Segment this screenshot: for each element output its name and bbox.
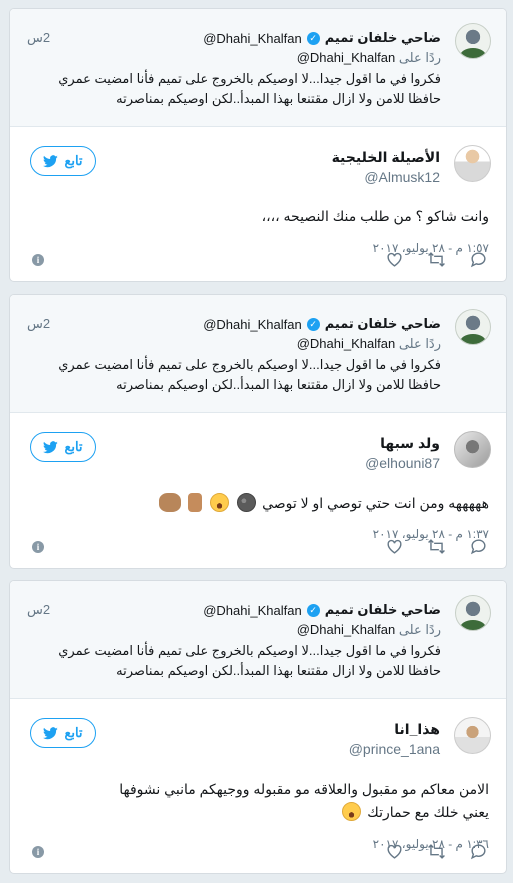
- reply-icon: [470, 251, 486, 267]
- point-down-emoji-icon: [188, 493, 203, 512]
- author-handle[interactable]: @prince_1ana: [349, 741, 440, 757]
- reply-handle-link[interactable]: @Dhahi_Khalfan: [297, 50, 395, 65]
- quoted-author-handle[interactable]: @Dhahi_Khalfan: [203, 31, 301, 46]
- follow-label: تابع: [64, 439, 83, 454]
- quoted-text: فكروا في ما اقول جيدا...لا اوصيكم بالخرو…: [58, 643, 441, 678]
- quoted-time[interactable]: 2س: [27, 316, 50, 332]
- avatar[interactable]: [454, 145, 491, 182]
- quoted-author-handle[interactable]: @Dhahi_Khalfan: [203, 603, 301, 618]
- heart-icon: [386, 844, 402, 859]
- follow-button[interactable]: تابع: [30, 146, 96, 176]
- author-name[interactable]: الأصيلة الخليجية: [332, 149, 440, 166]
- info-icon[interactable]: i: [32, 541, 44, 553]
- author-handle[interactable]: @Almusk12: [364, 169, 440, 185]
- quoted-author-handle[interactable]: @Dhahi_Khalfan: [203, 317, 301, 332]
- reply-icon: [470, 538, 486, 554]
- verified-badge-icon: ✓: [306, 31, 320, 45]
- retweet-icon: [427, 843, 445, 859]
- reply-prefix: ردًا على: [398, 50, 441, 65]
- reply-context: ردًا على @Dhahi_Khalfan: [297, 336, 441, 352]
- tears-of-joy-emoji-icon: [342, 802, 362, 821]
- quoted-avatar[interactable]: [455, 595, 491, 631]
- follow-label: تابع: [64, 153, 83, 168]
- tears-of-joy-emoji-icon: [210, 493, 230, 512]
- avatar[interactable]: [454, 431, 491, 468]
- follow-button[interactable]: تابع: [30, 718, 96, 748]
- like-button[interactable]: [384, 841, 404, 861]
- info-icon[interactable]: i: [32, 846, 44, 858]
- embedded-tweet-card-2: ضاحي خلفان تميم ✓ @Dhahi_Khalfan 2س ردًا…: [9, 294, 507, 569]
- tweet-text: هههههه ومن انت حتي توصي او لا توصي: [262, 495, 489, 511]
- heart-icon: [386, 539, 402, 554]
- avatar[interactable]: [454, 717, 491, 754]
- quoted-tweet[interactable]: ضاحي خلفان تميم ✓ @Dhahi_Khalfan 2س ردًا…: [10, 9, 506, 127]
- reply-context: ردًا على @Dhahi_Khalfan: [297, 622, 441, 638]
- tweet-text-line: هههههه ومن انت حتي توصي او لا توصي: [27, 492, 489, 515]
- reply-button[interactable]: [468, 249, 488, 269]
- author-handle[interactable]: @elhouni87: [365, 455, 440, 471]
- quoted-author-name[interactable]: ضاحي خلفان تميم: [325, 316, 441, 332]
- quoted-time[interactable]: 2س: [27, 30, 50, 46]
- tweet-text-line-1: الامن معاكم مو مقبول والعلاقه مو مقبوله …: [119, 781, 489, 797]
- follow-label: تابع: [64, 725, 83, 740]
- reply-context: ردًا على @Dhahi_Khalfan: [297, 50, 441, 66]
- like-button[interactable]: [384, 249, 404, 269]
- twitter-bird-icon: [43, 154, 59, 167]
- tweet-text: الامن معاكم مو مقبول والعلاقه مو مقبوله …: [27, 778, 489, 824]
- embedded-tweet-card-1: ضاحي خلفان تميم ✓ @Dhahi_Khalfan 2س ردًا…: [9, 8, 507, 282]
- retweet-button[interactable]: [426, 249, 446, 269]
- reply-handle-link[interactable]: @Dhahi_Khalfan: [297, 336, 395, 351]
- waving-hands-emoji-icon: [158, 493, 181, 512]
- quoted-avatar[interactable]: [455, 309, 491, 345]
- author-name[interactable]: هذا_انا: [394, 721, 440, 738]
- retweet-button[interactable]: [426, 536, 446, 556]
- tweet-text: وانت شاكو ؟ من طلب منك النصيحه ،،،،: [261, 208, 489, 224]
- quoted-text: فكروا في ما اقول جيدا...لا اوصيكم بالخرو…: [58, 71, 441, 106]
- like-button[interactable]: [384, 536, 404, 556]
- new-moon-face-emoji-icon: [237, 493, 257, 512]
- twitter-bird-icon: [43, 440, 59, 453]
- reply-handle-link[interactable]: @Dhahi_Khalfan: [297, 622, 395, 637]
- author-name[interactable]: ولد سبها: [380, 435, 440, 452]
- quoted-author-line: ضاحي خلفان تميم ✓ @Dhahi_Khalfan: [203, 602, 441, 618]
- quoted-avatar[interactable]: [455, 23, 491, 59]
- verified-badge-icon: ✓: [306, 317, 320, 331]
- quoted-tweet[interactable]: ضاحي خلفان تميم ✓ @Dhahi_Khalfan 2س ردًا…: [10, 581, 506, 699]
- heart-icon: [386, 252, 402, 267]
- tweet-actions: [384, 249, 488, 269]
- quoted-author-name[interactable]: ضاحي خلفان تميم: [325, 30, 441, 46]
- tweet-text-line-2-text: يعني خلك مع حمارتك: [367, 804, 489, 820]
- tweet-text-line-2: يعني خلك مع حمارتك: [27, 801, 489, 824]
- reply-prefix: ردًا على: [398, 336, 441, 351]
- tweet-actions: [384, 536, 488, 556]
- quoted-author-line: ضاحي خلفان تميم ✓ @Dhahi_Khalfan: [203, 30, 441, 46]
- follow-button[interactable]: تابع: [30, 432, 96, 462]
- twitter-bird-icon: [43, 726, 59, 739]
- retweet-icon: [427, 538, 445, 554]
- verified-badge-icon: ✓: [306, 603, 320, 617]
- reply-button[interactable]: [468, 841, 488, 861]
- reply-prefix: ردًا على: [398, 622, 441, 637]
- quoted-author-line: ضاحي خلفان تميم ✓ @Dhahi_Khalfan: [203, 316, 441, 332]
- quoted-time[interactable]: 2س: [27, 602, 50, 618]
- reply-button[interactable]: [468, 536, 488, 556]
- reply-icon: [470, 843, 486, 859]
- tweet-actions: [384, 841, 488, 861]
- quoted-author-name[interactable]: ضاحي خلفان تميم: [325, 602, 441, 618]
- retweet-icon: [427, 251, 445, 267]
- embedded-tweet-card-3: ضاحي خلفان تميم ✓ @Dhahi_Khalfan 2س ردًا…: [9, 580, 507, 874]
- quoted-text: فكروا في ما اقول جيدا...لا اوصيكم بالخرو…: [58, 357, 441, 392]
- retweet-button[interactable]: [426, 841, 446, 861]
- info-icon[interactable]: i: [32, 254, 44, 266]
- quoted-tweet[interactable]: ضاحي خلفان تميم ✓ @Dhahi_Khalfan 2س ردًا…: [10, 295, 506, 413]
